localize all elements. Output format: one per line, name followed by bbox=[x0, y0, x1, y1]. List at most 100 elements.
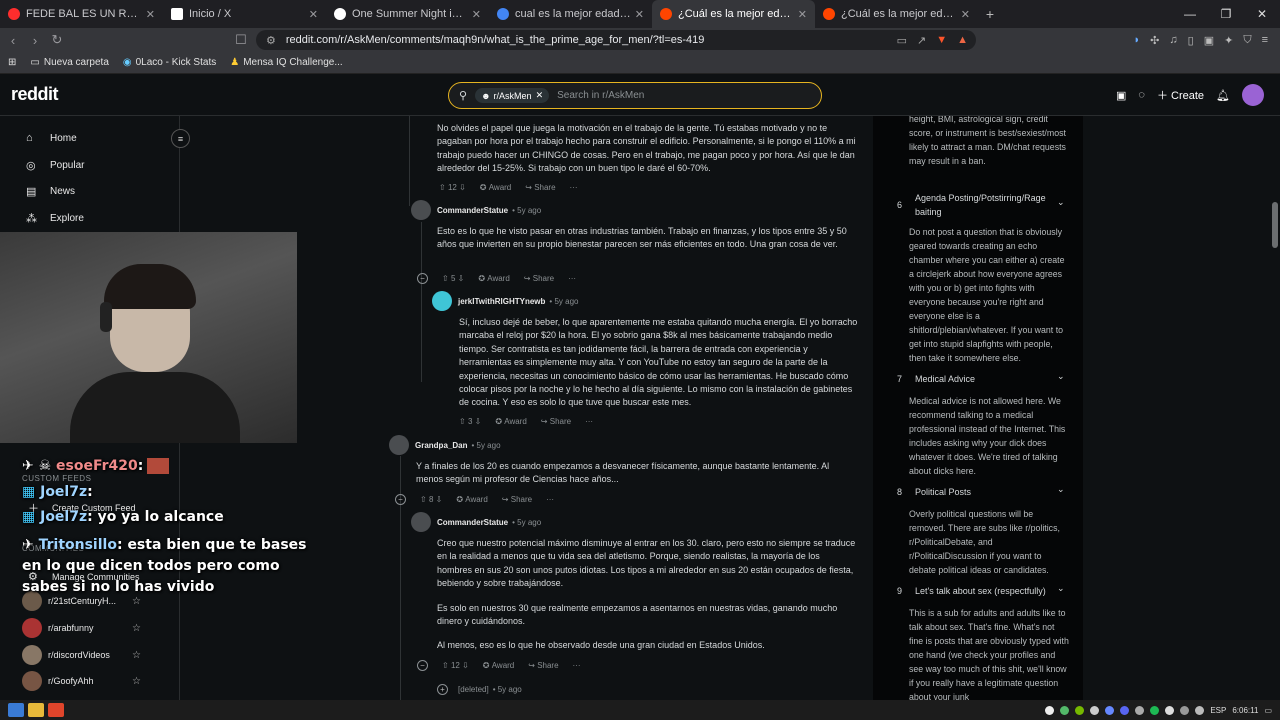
wallet-icon[interactable]: ▣ bbox=[1204, 34, 1214, 47]
more-options-button[interactable]: ··· bbox=[546, 495, 554, 504]
advertise-icon[interactable]: ▣ bbox=[1116, 89, 1126, 102]
start-icon[interactable] bbox=[8, 703, 24, 717]
scrollbar-thumb[interactable] bbox=[1272, 202, 1278, 248]
upvote-icon[interactable]: ⇧ bbox=[439, 183, 446, 192]
close-icon[interactable]: ✕ bbox=[309, 8, 318, 21]
more-options-button[interactable]: ··· bbox=[570, 183, 578, 192]
more-options-button[interactable]: ··· bbox=[573, 661, 581, 670]
comment-author[interactable]: CommanderStatue bbox=[437, 518, 508, 527]
remove-chip-icon[interactable]: ✕ bbox=[536, 90, 544, 101]
tray-app-icon[interactable] bbox=[1060, 705, 1070, 715]
share-icon[interactable]: ↗ bbox=[917, 34, 926, 47]
upvote-icon[interactable]: ⇧ bbox=[459, 417, 466, 426]
site-info-icon[interactable]: ⚙ bbox=[266, 34, 276, 47]
minimize-icon[interactable]: — bbox=[1172, 7, 1208, 21]
award-button[interactable]: ✪ Award bbox=[495, 417, 526, 426]
downvote-icon[interactable]: ⇩ bbox=[475, 417, 482, 426]
vote-buttons[interactable]: ⇧ 12 ⇩ bbox=[442, 661, 469, 670]
tray-app-icon[interactable] bbox=[1165, 705, 1175, 715]
more-options-button[interactable]: ··· bbox=[585, 417, 593, 426]
brave-shield-icon[interactable]: ▼ bbox=[936, 34, 947, 47]
more-options-button[interactable]: ··· bbox=[568, 274, 576, 283]
brave-icon[interactable] bbox=[48, 703, 64, 717]
chevron-down-icon[interactable]: ⌄ bbox=[1057, 371, 1065, 382]
browser-tab-active[interactable]: ¿Cuál es la mejor edad para los h✕ bbox=[652, 0, 815, 28]
downvote-icon[interactable]: ⇩ bbox=[462, 661, 469, 670]
reload-icon[interactable]: ↻ bbox=[46, 32, 68, 48]
sidebar-community-item[interactable]: r/arabfunny ☆ bbox=[22, 618, 152, 638]
new-tab-button[interactable]: + bbox=[978, 6, 1002, 22]
award-button[interactable]: ✪ Award bbox=[478, 274, 509, 283]
chevron-down-icon[interactable]: ⌄ bbox=[1057, 583, 1065, 594]
share-button[interactable]: ↪ Share bbox=[528, 661, 558, 670]
leo-icon[interactable]: ✦ bbox=[1224, 34, 1233, 47]
puzzle-icon[interactable]: ✣ bbox=[1150, 34, 1159, 47]
star-icon[interactable]: ☆ bbox=[132, 676, 141, 687]
vote-buttons[interactable]: ⇧ 12 ⇩ bbox=[439, 183, 466, 192]
downvote-icon[interactable]: ⇩ bbox=[459, 183, 466, 192]
discord-icon[interactable] bbox=[1120, 705, 1130, 715]
subreddit-chip[interactable]: ☻ r/AskMen ✕ bbox=[475, 88, 550, 103]
extension-icon[interactable]: ◗ bbox=[1134, 34, 1141, 46]
forward-icon[interactable]: › bbox=[24, 33, 46, 48]
sidebar-item-home[interactable]: ⌂ Home bbox=[26, 132, 77, 144]
upvote-icon[interactable]: ⇧ bbox=[442, 661, 449, 670]
user-avatar[interactable] bbox=[1242, 84, 1264, 106]
menu-icon[interactable]: ≡ bbox=[1262, 34, 1268, 46]
close-window-icon[interactable]: ✕ bbox=[1244, 7, 1280, 21]
browser-tab[interactable]: One Summer Night in NYC | TikTok✕ bbox=[326, 0, 489, 28]
collapse-icon[interactable]: − bbox=[417, 660, 428, 671]
chevron-down-icon[interactable]: ⌄ bbox=[1057, 484, 1065, 495]
browser-tab[interactable]: FEDE BAL ES UN RANCIOVICH? Me D✕ bbox=[0, 0, 163, 28]
wifi-icon[interactable] bbox=[1180, 705, 1190, 715]
vote-buttons[interactable]: ⇧ 5 ⇩ bbox=[442, 274, 464, 283]
share-button[interactable]: ↪ Share bbox=[525, 183, 555, 192]
media-icon[interactable]: ♫ bbox=[1169, 34, 1177, 46]
comment-author[interactable]: jerkITwithRIGHTYnewb bbox=[458, 297, 545, 306]
award-button[interactable]: ✪ Award bbox=[480, 183, 511, 192]
sidebar-item-news[interactable]: ▤ News bbox=[26, 185, 75, 198]
sidebar-item-explore[interactable]: ⁂ Explore bbox=[26, 212, 84, 225]
tray-app-icon[interactable] bbox=[1090, 705, 1100, 715]
tray-app-icon[interactable] bbox=[1135, 705, 1145, 715]
browser-tab[interactable]: Inicio / X ✕ bbox=[163, 0, 326, 28]
file-explorer-icon[interactable] bbox=[28, 703, 44, 717]
share-button[interactable]: ↪ Share bbox=[524, 274, 554, 283]
nvidia-icon[interactable] bbox=[1075, 705, 1085, 715]
rewards-icon[interactable]: ▲ bbox=[957, 34, 968, 47]
bookmark-item[interactable]: ♟ Mensa IQ Challenge... bbox=[230, 57, 342, 68]
search-input[interactable]: Search in r/AskMen bbox=[557, 90, 644, 101]
downvote-icon[interactable]: ⇩ bbox=[436, 495, 443, 504]
url-bar[interactable]: ⚙ reddit.com/r/AskMen/comments/maqh9n/wh… bbox=[256, 30, 976, 50]
share-button[interactable]: ↪ Share bbox=[541, 417, 571, 426]
award-button[interactable]: ✪ Award bbox=[456, 495, 487, 504]
vpn-icon[interactable]: ⛉ bbox=[1243, 34, 1251, 47]
browser-tab[interactable]: ¿Cuál es la mejor edad para los homb✕ bbox=[815, 0, 978, 28]
spotify-icon[interactable] bbox=[1150, 705, 1160, 715]
create-button[interactable]: ＋ Create bbox=[1157, 87, 1204, 103]
chevron-down-icon[interactable]: ⌄ bbox=[1057, 197, 1065, 208]
close-icon[interactable]: ✕ bbox=[146, 8, 155, 21]
tray-app-icon[interactable] bbox=[1045, 705, 1055, 715]
language-indicator[interactable]: ESP bbox=[1210, 706, 1226, 715]
bookmark-item[interactable]: ▭ Nueva carpeta bbox=[30, 57, 109, 68]
close-icon[interactable]: ✕ bbox=[635, 8, 644, 21]
sidebar-community-item[interactable]: r/discordVideos ☆ bbox=[22, 645, 152, 665]
collapse-icon[interactable]: − bbox=[395, 494, 406, 505]
comment-author[interactable]: CommanderStatue bbox=[437, 206, 508, 215]
downvote-icon[interactable]: ⇩ bbox=[458, 274, 465, 283]
star-icon[interactable]: ☆ bbox=[132, 623, 141, 634]
search-bar[interactable]: ⚲ ☻ r/AskMen ✕ Search in r/AskMen bbox=[448, 82, 822, 109]
star-icon[interactable]: ☆ bbox=[132, 650, 141, 661]
comment-author[interactable]: Grandpa_Dan bbox=[415, 441, 467, 450]
award-button[interactable]: ✪ Award bbox=[483, 661, 514, 670]
sidebar-community-item[interactable]: r/GoofyAhh ☆ bbox=[22, 671, 152, 691]
back-icon[interactable]: ‹ bbox=[2, 33, 24, 48]
sidebar-item-popular[interactable]: ◎ Popular bbox=[26, 159, 84, 172]
chat-icon[interactable]: ◌ bbox=[1138, 89, 1145, 101]
sidebar-icon[interactable]: ▯ bbox=[1188, 34, 1194, 47]
vote-buttons[interactable]: ⇧ 8 ⇩ bbox=[420, 495, 442, 504]
reddit-logo[interactable]: reddit bbox=[11, 84, 59, 105]
tray-app-icon[interactable] bbox=[1105, 705, 1115, 715]
close-icon[interactable]: ✕ bbox=[961, 8, 970, 21]
